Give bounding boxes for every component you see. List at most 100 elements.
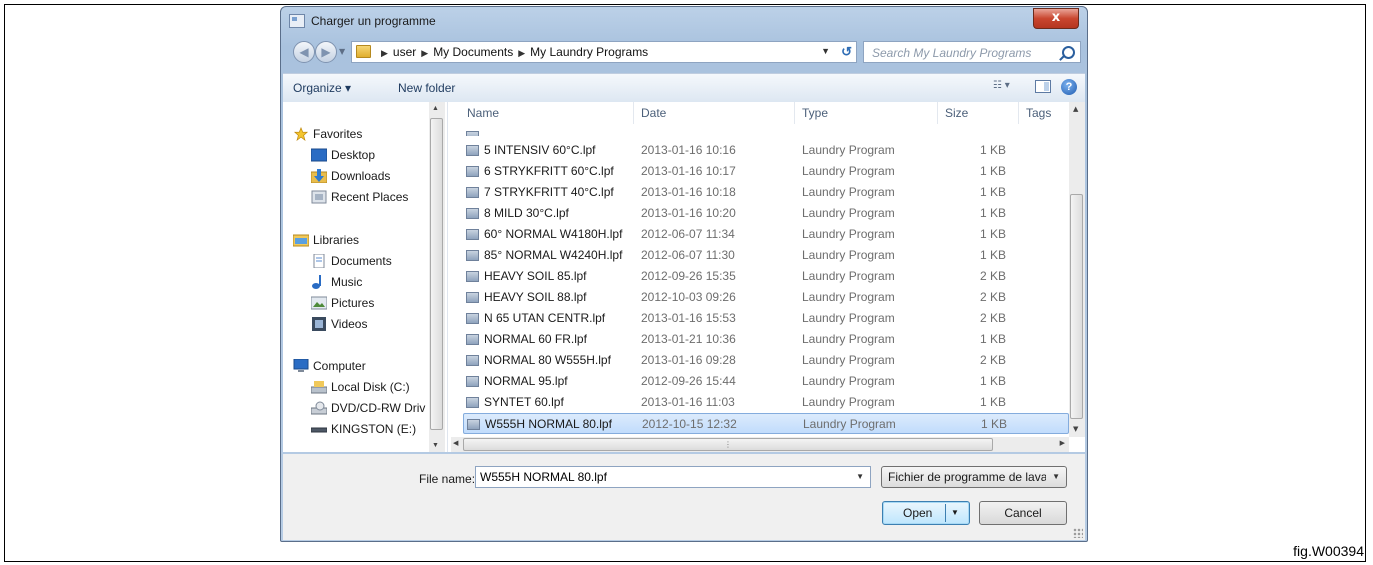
column-header-tags[interactable]: Tags xyxy=(1026,106,1051,120)
breadcrumb-arrow-icon[interactable]: ▶ xyxy=(381,48,388,58)
column-header-size[interactable]: Size xyxy=(945,106,968,120)
scroll-up-icon[interactable]: ▲ xyxy=(1073,105,1078,113)
column-divider[interactable] xyxy=(633,102,634,124)
sidebar-item-label: DVD/CD-RW Driv xyxy=(331,401,426,415)
file-list-horizontal-scrollbar[interactable]: ◀ ⋮ ▶ xyxy=(451,437,1069,452)
file-size-cell: 1 KB xyxy=(979,332,1006,346)
scroll-up-icon[interactable]: ▲ xyxy=(432,105,439,112)
file-size-cell: 2 KB xyxy=(979,269,1006,283)
back-button[interactable]: ◀ xyxy=(293,41,315,63)
file-type-cell: Laundry Program xyxy=(802,290,895,304)
new-folder-button[interactable]: New folder xyxy=(398,81,455,95)
file-type-cell: Laundry Program xyxy=(802,269,895,283)
column-divider[interactable] xyxy=(937,102,938,124)
resize-grip[interactable] xyxy=(1073,528,1083,538)
sidebar-item-label: Documents xyxy=(331,254,392,268)
recent-pages-dropdown[interactable]: ▼ xyxy=(339,47,345,56)
file-name-cell: 5 INTENSIV 60°C.lpf xyxy=(484,143,596,157)
address-dropdown-icon[interactable]: ▼ xyxy=(821,46,830,56)
file-type-cell: Laundry Program xyxy=(803,417,896,431)
file-row-partial[interactable] xyxy=(463,126,1069,136)
file-size-cell: 1 KB xyxy=(979,206,1006,220)
file-icon xyxy=(466,250,479,261)
libraries-icon xyxy=(293,234,309,247)
scrollbar-thumb[interactable] xyxy=(1070,194,1083,419)
scrollbar-thumb[interactable]: ⋮ xyxy=(463,438,993,451)
breadcrumb-my-laundry-programs[interactable]: My Laundry Programs xyxy=(530,45,648,59)
scroll-left-icon[interactable]: ◀ xyxy=(453,439,458,447)
organize-menu[interactable]: Organize ▾ xyxy=(293,81,351,95)
file-icon xyxy=(466,145,479,156)
file-row[interactable]: 8 MILD 30°C.lpf 2013-01-16 10:20 Laundry P… xyxy=(463,203,1069,224)
open-button[interactable]: Open ▼ xyxy=(882,501,970,525)
file-row[interactable]: 7 STRYKFRITT 40°C.lpf 2013-01-16 10:18 Lau… xyxy=(463,182,1069,203)
breadcrumb-arrow-icon[interactable]: ▶ xyxy=(421,48,428,58)
window-title: Charger un programme xyxy=(311,14,436,28)
preview-pane-icon[interactable] xyxy=(1035,80,1051,93)
file-name-combobox[interactable]: ▼ xyxy=(475,466,871,488)
column-header-name[interactable]: Name xyxy=(467,106,499,120)
file-icon xyxy=(466,208,479,219)
change-view-icon[interactable]: ☷ ▾ xyxy=(993,80,1015,94)
file-name-input[interactable] xyxy=(480,468,840,486)
file-row[interactable]: N 65 UTAN CENTR.lpf 2013-01-16 15:53 Laund… xyxy=(463,308,1069,329)
cancel-button[interactable]: Cancel xyxy=(979,501,1067,525)
pictures-icon xyxy=(311,296,327,310)
file-date-cell: 2013-01-16 10:18 xyxy=(641,185,736,199)
help-icon[interactable]: ? xyxy=(1061,79,1077,95)
column-divider[interactable] xyxy=(794,102,795,124)
column-header-date[interactable]: Date xyxy=(641,106,666,120)
breadcrumb: ▶ user ▶ My Documents ▶ My Laundry Programs xyxy=(376,45,648,59)
close-button[interactable]: x xyxy=(1033,8,1079,29)
navigation-pane: Favorites Desktop Downloads Recent Place… xyxy=(283,102,448,452)
breadcrumb-user[interactable]: user xyxy=(393,45,416,59)
address-bar-row: ◀ ▶ ▼ ▶ user ▶ My Documents ▶ My Laundry Prog… xyxy=(289,39,1081,67)
refresh-icon[interactable]: ↺ xyxy=(841,44,852,60)
scroll-down-icon[interactable]: ▼ xyxy=(432,442,439,449)
file-icon xyxy=(466,187,479,198)
figure-label: fig.W00394 xyxy=(1293,543,1364,559)
file-size-cell: 1 KB xyxy=(980,417,1007,431)
scroll-right-icon[interactable]: ▶ xyxy=(1060,439,1065,447)
column-header-type[interactable]: Type xyxy=(802,106,828,120)
file-size-cell: 1 KB xyxy=(979,185,1006,199)
usb-drive-icon xyxy=(311,427,327,433)
address-bar[interactable]: ▶ user ▶ My Documents ▶ My Laundry Programs ▼… xyxy=(351,41,857,63)
recent-places-icon xyxy=(311,190,327,204)
column-divider[interactable] xyxy=(1018,102,1019,124)
file-type-select[interactable]: Fichier de programme de lavag ▼ xyxy=(881,466,1067,488)
file-size-cell: 2 KB xyxy=(979,290,1006,304)
file-row[interactable]: 5 INTENSIV 60°C.lpf 2013-01-16 10:16 Laund… xyxy=(463,140,1069,161)
file-icon xyxy=(466,131,479,136)
file-date-cell: 2012-10-03 09:26 xyxy=(641,290,736,304)
file-row-selected[interactable]: W555H NORMAL 80.lpf 2012-10-15 12:32 Laund… xyxy=(463,413,1069,434)
breadcrumb-arrow-icon[interactable]: ▶ xyxy=(518,48,525,58)
file-row[interactable]: SYNTET 60.lpf 2013-01-16 11:03 Laundry Pro… xyxy=(463,392,1069,413)
title-bar[interactable]: Charger un programme x xyxy=(281,7,1087,37)
open-options-icon[interactable]: ▼ xyxy=(951,508,959,517)
file-name-cell: SYNTET 60.lpf xyxy=(484,395,564,409)
search-icon[interactable] xyxy=(1062,46,1075,59)
scrollbar-thumb[interactable] xyxy=(430,118,443,430)
search-box[interactable]: Search My Laundry Programs xyxy=(863,41,1081,63)
file-row[interactable]: NORMAL 60 FR.lpf 2013-01-21 10:36 Laundry … xyxy=(463,329,1069,350)
file-type-cell: Laundry Program xyxy=(802,164,895,178)
navigation-scrollbar[interactable]: ▲ ▼ xyxy=(429,102,445,452)
forward-button[interactable]: ▶ xyxy=(315,41,337,63)
chevron-down-icon[interactable]: ▼ xyxy=(856,472,864,481)
scroll-down-icon[interactable]: ▼ xyxy=(1073,425,1078,433)
videos-icon xyxy=(312,317,326,331)
file-list-vertical-scrollbar[interactable]: ▲ ▼ xyxy=(1069,102,1085,437)
file-row[interactable]: NORMAL 80 W555H.lpf 2013-01-16 09:28 Laund… xyxy=(463,350,1069,371)
file-row[interactable]: HEAVY SOIL 88.lpf 2012-10-03 09:26 Laundry… xyxy=(463,287,1069,308)
file-row[interactable]: NORMAL 95.lpf 2012-09-26 15:44 Laundry Pro… xyxy=(463,371,1069,392)
file-row[interactable]: 6 STRYKFRITT 60°C.lpf 2013-01-16 10:17 Lau… xyxy=(463,161,1069,182)
file-row[interactable]: 85° NORMAL W4240H.lpf 2012-06-07 11:30 Lau… xyxy=(463,245,1069,266)
search-placeholder: Search My Laundry Programs xyxy=(872,46,1032,60)
file-name-cell: 7 STRYKFRITT 40°C.lpf xyxy=(484,185,614,199)
file-type-cell: Laundry Program xyxy=(802,185,895,199)
file-row[interactable]: HEAVY SOIL 85.lpf 2012-09-26 15:35 Laundry… xyxy=(463,266,1069,287)
file-row[interactable]: 60° NORMAL W4180H.lpf 2012-06-07 11:34 Lau… xyxy=(463,224,1069,245)
file-name-cell: HEAVY SOIL 85.lpf xyxy=(484,269,587,283)
breadcrumb-my-documents[interactable]: My Documents xyxy=(433,45,513,59)
